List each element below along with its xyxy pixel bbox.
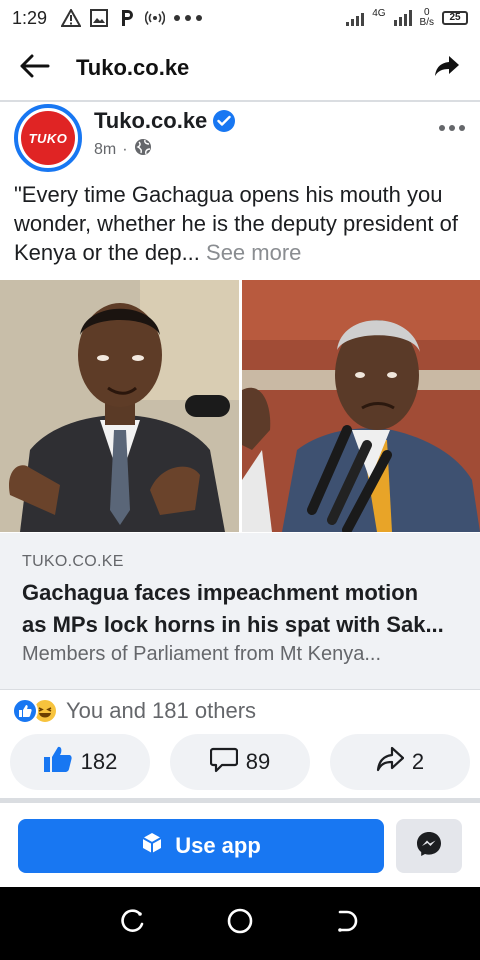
- share-icon[interactable]: [434, 55, 460, 82]
- post-actions: 182 89 2: [10, 734, 470, 790]
- share-button[interactable]: 2: [330, 734, 470, 790]
- comment-bubble-icon: [209, 745, 238, 779]
- avatar[interactable]: TUKO: [14, 104, 82, 172]
- home-icon[interactable]: [226, 907, 254, 940]
- hotspot-icon: [145, 8, 166, 28]
- like-reaction-icon: [12, 698, 38, 724]
- system-nav-bar: [0, 887, 480, 960]
- verified-badge-icon: [213, 110, 236, 132]
- more-options-icon[interactable]: [438, 118, 466, 174]
- more-notifications-icon: [173, 8, 203, 28]
- parking-p-icon: [117, 8, 137, 28]
- cube-icon: [141, 832, 163, 860]
- image-icon: [89, 8, 109, 28]
- photo-speaker-right[interactable]: [241, 280, 480, 532]
- link-title-line2: as MPs lock horns in his spat with Sak..…: [22, 612, 444, 637]
- bottom-cta-bar: Use app: [0, 803, 480, 887]
- comment-count: 89: [245, 749, 271, 774]
- like-button[interactable]: 182: [10, 734, 150, 790]
- meta-separator: ·: [122, 140, 128, 158]
- messenger-button[interactable]: [396, 819, 462, 873]
- signal-2-icon: [393, 10, 412, 26]
- messenger-icon: [415, 830, 443, 863]
- warning-icon: [61, 8, 82, 28]
- status-time: 1:29: [12, 7, 48, 28]
- link-preview-card[interactable]: TUKO.CO.KE Gachagua faces impeachment mo…: [0, 533, 480, 690]
- share-arrow-icon: [376, 746, 404, 778]
- post-header: TUKO Tuko.co.ke 8m ·: [0, 104, 480, 174]
- thumbs-up-icon: [43, 745, 73, 779]
- network-type: 4G: [372, 7, 386, 19]
- photo-speaker-left[interactable]: [0, 280, 239, 532]
- post-time: 8m: [94, 140, 117, 158]
- signal-icon: [346, 10, 365, 26]
- post-caption: "Every time Gachagua opens his mouth you…: [14, 180, 464, 267]
- link-domain: TUKO.CO.KE: [22, 553, 124, 570]
- globe-icon: [134, 138, 152, 161]
- link-description: Members of Parliament from Mt Kenya...: [22, 643, 382, 665]
- back-nav-icon[interactable]: [334, 908, 360, 939]
- net-speed: 0 B/s: [419, 7, 434, 28]
- post-photos[interactable]: [0, 280, 480, 532]
- back-arrow-icon[interactable]: [20, 54, 50, 83]
- use-app-button[interactable]: Use app: [18, 819, 384, 873]
- like-count: 182: [80, 749, 118, 774]
- app-bar: Tuko.co.ke: [0, 36, 480, 102]
- reactions-text: You and 181 others: [66, 698, 257, 723]
- see-more-link[interactable]: See more: [200, 240, 301, 265]
- recent-apps-icon[interactable]: [120, 908, 146, 939]
- page-name[interactable]: Tuko.co.ke: [94, 108, 207, 134]
- status-bar: 1:29 4G 0 B/s 25: [0, 0, 480, 36]
- app-bar-title: Tuko.co.ke: [76, 55, 190, 80]
- comment-button[interactable]: 89: [170, 734, 310, 790]
- share-count: 2: [411, 749, 425, 774]
- use-app-label: Use app: [175, 833, 261, 858]
- reactions-summary[interactable]: You and 181 others: [12, 696, 256, 726]
- link-title-line1: Gachagua faces impeachment motion: [22, 580, 419, 605]
- battery-icon: 25: [442, 11, 468, 25]
- tuko-logo: TUKO: [21, 111, 75, 165]
